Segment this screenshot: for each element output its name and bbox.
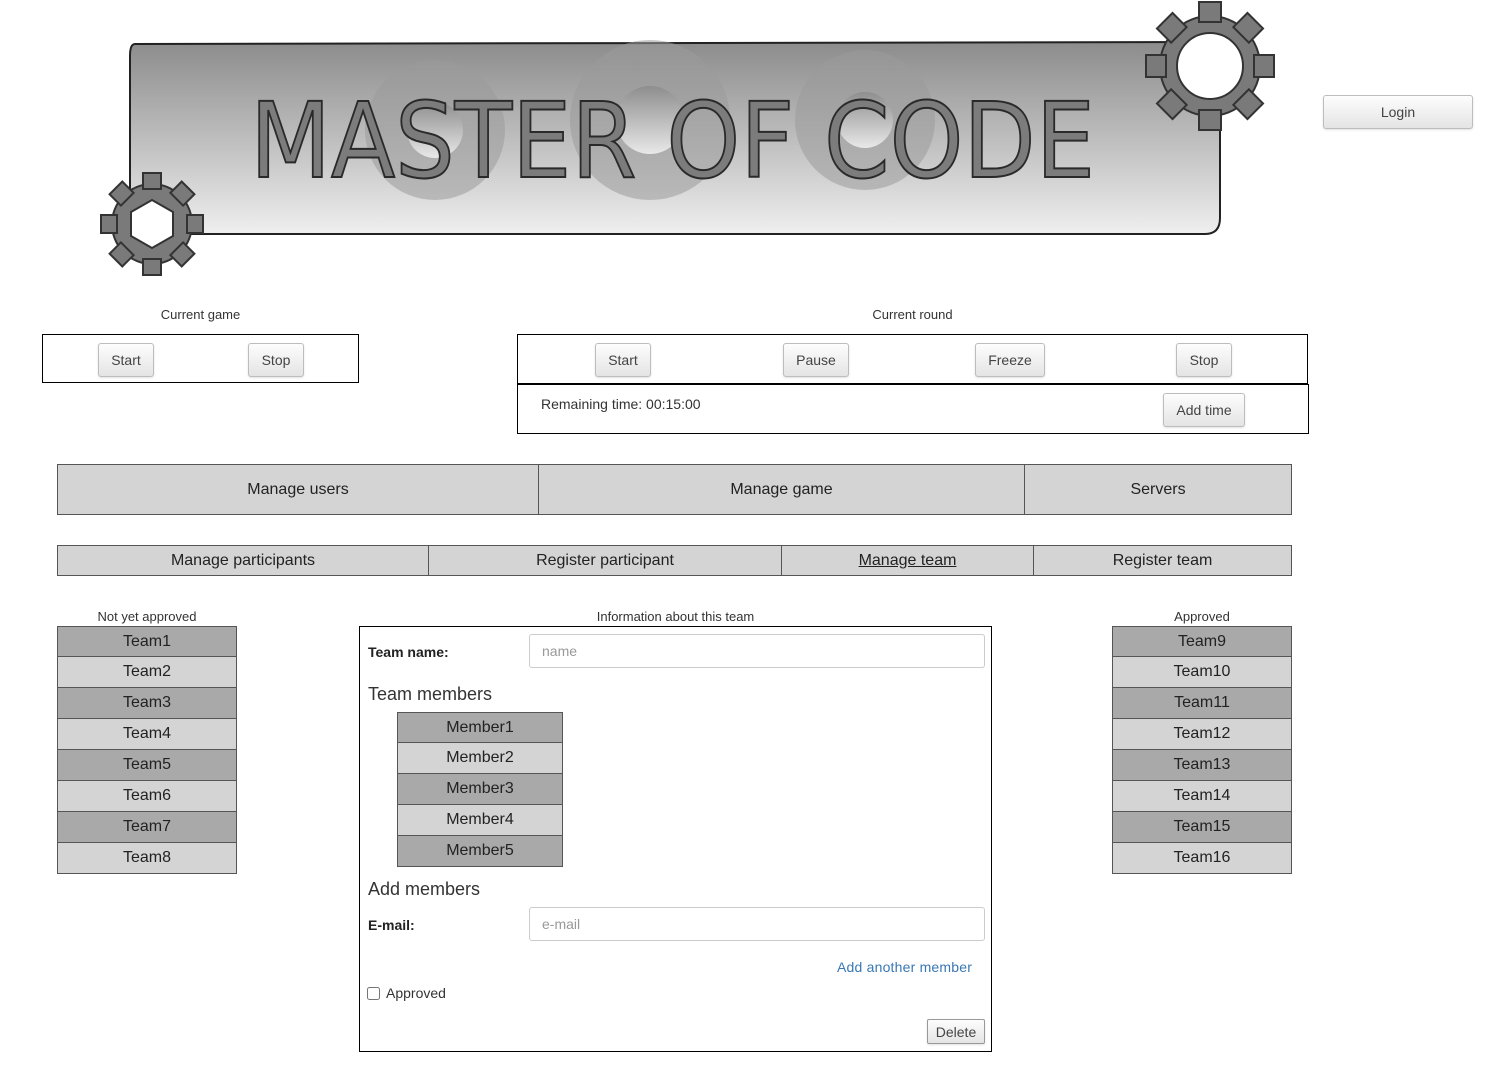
list-item[interactable]: Member2 xyxy=(397,743,563,774)
list-item[interactable]: Team9 xyxy=(1112,626,1292,657)
not-approved-caption: Not yet approved xyxy=(97,609,197,624)
login-button[interactable]: Login xyxy=(1323,95,1473,129)
list-item[interactable]: Team6 xyxy=(57,781,237,812)
tab-register-participant[interactable]: Register participant xyxy=(429,545,782,576)
list-item[interactable]: Team12 xyxy=(1112,719,1292,750)
game-start-button[interactable]: Start xyxy=(98,343,154,377)
add-another-member-link[interactable]: Add another member xyxy=(837,959,972,975)
current-round-caption: Current round xyxy=(872,307,953,322)
round-start-button[interactable]: Start xyxy=(595,343,651,377)
list-item[interactable]: Team10 xyxy=(1112,657,1292,688)
current-game-panel: Start Stop xyxy=(42,334,359,383)
tab-manage-users[interactable]: Manage users xyxy=(57,464,539,515)
tab-manage-participants[interactable]: Manage participants xyxy=(57,545,429,576)
approved-checkbox-label: Approved xyxy=(386,985,446,1001)
tab-label: Manage game xyxy=(730,480,833,498)
remaining-time-panel: Remaining time: 00:15:00 Add time xyxy=(517,384,1309,434)
list-item[interactable]: Member5 xyxy=(397,836,563,867)
tab-label: Manage participants xyxy=(170,551,316,569)
tab-manage-team[interactable]: Manage team xyxy=(782,545,1034,576)
round-freeze-button[interactable]: Freeze xyxy=(975,343,1045,377)
list-item[interactable]: Team7 xyxy=(57,812,237,843)
tab-label: Register team xyxy=(1112,551,1213,569)
team-info-caption: Information about this team xyxy=(596,609,755,624)
tab-servers[interactable]: Servers xyxy=(1025,464,1292,515)
team-members-title: Team members xyxy=(368,684,493,704)
list-item[interactable]: Team5 xyxy=(57,750,237,781)
list-item[interactable]: Team16 xyxy=(1112,843,1292,874)
tab-register-team[interactable]: Register team xyxy=(1034,545,1292,576)
not-approved-list: Team1 Team2 Team3 Team4 Team5 Team6 Team… xyxy=(57,626,237,874)
team-name-label: Team name: xyxy=(368,644,449,660)
list-item[interactable]: Team1 xyxy=(57,626,237,657)
list-item[interactable]: Team11 xyxy=(1112,688,1292,719)
email-label: E-mail: xyxy=(368,917,415,933)
list-item[interactable]: Team2 xyxy=(57,657,237,688)
list-item[interactable]: Team4 xyxy=(57,719,237,750)
delete-button[interactable]: Delete xyxy=(927,1019,985,1044)
list-item[interactable]: Member4 xyxy=(397,805,563,836)
team-name-input[interactable] xyxy=(529,634,985,668)
list-item[interactable]: Member3 xyxy=(397,774,563,805)
round-pause-button[interactable]: Pause xyxy=(783,343,849,377)
members-list: Member1 Member2 Member3 Member4 Member5 xyxy=(397,712,563,867)
approved-caption: Approved xyxy=(1174,609,1230,624)
banner-title: MASTER OF CODE xyxy=(250,80,1095,202)
team-info-panel: Team name: Team members Member1 Member2 … xyxy=(359,626,992,1052)
game-stop-button[interactable]: Stop xyxy=(248,343,304,377)
remaining-time-text: Remaining time: 00:15:00 xyxy=(541,396,701,412)
current-game-caption: Current game xyxy=(160,307,241,322)
gear-icon xyxy=(1145,1,1275,131)
current-round-panel: Start Pause Freeze Stop xyxy=(517,334,1308,384)
add-time-button[interactable]: Add time xyxy=(1163,393,1245,427)
round-stop-button[interactable]: Stop xyxy=(1176,343,1232,377)
list-item[interactable]: Member1 xyxy=(397,712,563,743)
logo-banner: MASTER OF CODE xyxy=(95,0,1285,280)
list-item[interactable]: Team14 xyxy=(1112,781,1292,812)
list-item[interactable]: Team8 xyxy=(57,843,237,874)
email-field[interactable] xyxy=(529,907,985,941)
approved-checkbox-row: Approved xyxy=(367,985,446,1001)
tab-manage-game[interactable]: Manage game xyxy=(539,464,1025,515)
list-item[interactable]: Team3 xyxy=(57,688,237,719)
sub-nav: Manage participants Register participant… xyxy=(57,545,1292,576)
approved-list: Team9 Team10 Team11 Team12 Team13 Team14… xyxy=(1112,626,1292,874)
add-members-title: Add members xyxy=(368,879,481,899)
tab-label: Manage team xyxy=(858,551,957,569)
main-nav: Manage users Manage game Servers xyxy=(57,464,1292,515)
list-item[interactable]: Team13 xyxy=(1112,750,1292,781)
tab-label: Servers xyxy=(1130,480,1186,498)
list-item[interactable]: Team15 xyxy=(1112,812,1292,843)
tab-label: Manage users xyxy=(247,480,349,498)
tab-label: Register participant xyxy=(536,551,674,569)
gear-icon xyxy=(100,172,204,276)
approved-checkbox[interactable] xyxy=(367,986,380,1000)
